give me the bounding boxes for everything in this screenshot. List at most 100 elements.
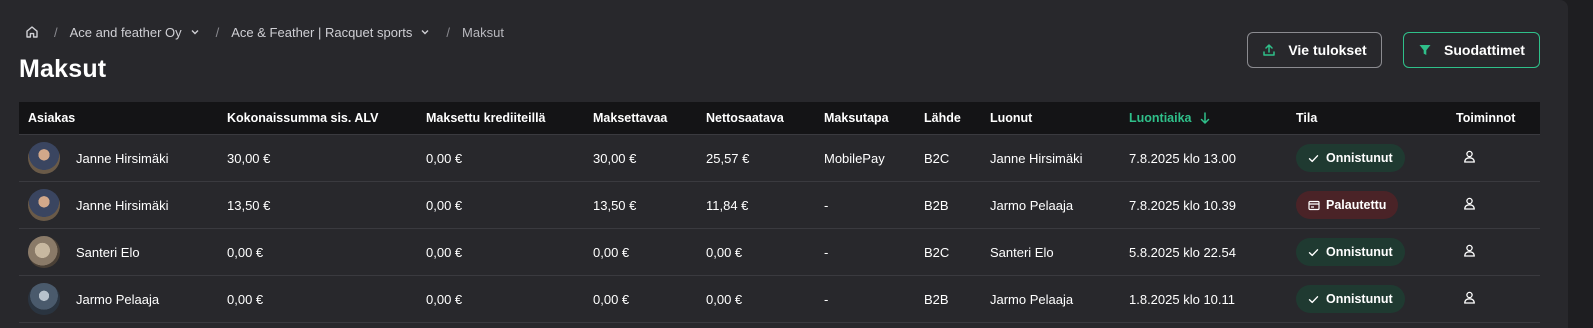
table-header: Asiakas Kokonaissumma sis. ALV Maksettu … xyxy=(19,102,1540,135)
created-at-cell: 7.8.2025 klo 10.39 xyxy=(1129,197,1236,213)
column-header-source[interactable]: Lähde xyxy=(924,111,961,125)
customer-cell: Janne Hirsimäki xyxy=(28,189,168,221)
status-badge: Onnistunut xyxy=(1296,238,1405,266)
column-header-total[interactable]: Kokonaissumma sis. ALV xyxy=(227,111,378,125)
page-title: Maksut xyxy=(19,55,107,83)
credits-cell: 0,00 € xyxy=(426,244,463,260)
column-header-net[interactable]: Nettosaatava xyxy=(706,111,784,125)
check-icon xyxy=(1308,246,1320,258)
status-cell: Onnistunut xyxy=(1296,238,1405,266)
avatar xyxy=(28,283,60,315)
upload-icon xyxy=(1262,42,1278,58)
created-at-cell: 5.8.2025 klo 22.54 xyxy=(1129,244,1236,260)
status-cell: Onnistunut xyxy=(1296,285,1405,313)
breadcrumb-separator: / xyxy=(215,24,220,40)
breadcrumb-item-venue[interactable]: Ace & Feather | Racquet sports xyxy=(231,25,432,40)
receipt-icon xyxy=(1308,199,1320,211)
table-row[interactable]: Jarmo Pelaaja 0,00 € 0,00 € 0,00 € 0,00 … xyxy=(19,276,1540,323)
total-cell: 13,50 € xyxy=(227,197,271,213)
breadcrumb: / Ace and feather Oy / Ace & Feather | R… xyxy=(24,22,504,42)
credits-cell: 0,00 € xyxy=(426,197,463,213)
table-row[interactable]: Janne Hirsimäki 13,50 € 0,00 € 13,50 € 1… xyxy=(19,182,1540,229)
created-by-cell: Jarmo Pelaaja xyxy=(990,291,1074,307)
payments-table: Asiakas Kokonaissumma sis. ALV Maksettu … xyxy=(19,102,1540,323)
breadcrumb-item-label: Ace & Feather | Racquet sports xyxy=(231,24,413,40)
net-cell: 0,00 € xyxy=(706,244,743,260)
avatar xyxy=(28,236,60,268)
actions-cell xyxy=(1462,197,1476,214)
payable-cell: 0,00 € xyxy=(593,291,630,307)
column-header-customer[interactable]: Asiakas xyxy=(28,111,75,125)
column-header-created-at[interactable]: Luontiaika xyxy=(1129,111,1210,125)
created-by-cell: Jarmo Pelaaja xyxy=(990,197,1074,213)
breadcrumb-separator: / xyxy=(446,24,451,40)
total-cell: 30,00 € xyxy=(227,150,271,166)
column-header-status[interactable]: Tila xyxy=(1296,111,1317,125)
check-icon xyxy=(1308,152,1320,164)
user-icon[interactable] xyxy=(1462,150,1476,164)
column-header-label: Luontiaika xyxy=(1129,111,1192,125)
customer-cell: Jarmo Pelaaja xyxy=(28,283,159,315)
status-badge: Onnistunut xyxy=(1296,285,1405,313)
actions-cell xyxy=(1462,150,1476,167)
export-results-button[interactable]: Vie tulokset xyxy=(1247,32,1382,68)
breadcrumb-separator: / xyxy=(54,24,58,40)
user-icon[interactable] xyxy=(1462,197,1476,211)
payable-cell: 0,00 € xyxy=(593,244,630,260)
customer-name: Jarmo Pelaaja xyxy=(76,291,160,307)
status-label: Onnistunut xyxy=(1326,151,1393,165)
user-icon[interactable] xyxy=(1462,291,1476,305)
status-cell: Palautettu xyxy=(1296,191,1399,219)
method-cell: - xyxy=(824,244,829,260)
breadcrumb-item-label: Ace and feather Oy xyxy=(69,24,182,40)
status-label: Onnistunut xyxy=(1326,292,1393,306)
status-badge: Palautettu xyxy=(1296,191,1399,219)
status-label: Palautettu xyxy=(1326,198,1387,212)
sort-descending-icon xyxy=(1200,112,1210,124)
main-panel: / Ace and feather Oy / Ace & Feather | R… xyxy=(0,0,1568,328)
column-header-credits[interactable]: Maksettu krediiteillä xyxy=(426,111,546,125)
source-cell: B2C xyxy=(924,244,950,260)
table-row[interactable]: Santeri Elo 0,00 € 0,00 € 0,00 € 0,00 € … xyxy=(19,229,1540,276)
export-results-label: Vie tulokset xyxy=(1288,42,1367,58)
net-cell: 0,00 € xyxy=(706,291,743,307)
chevron-down-icon xyxy=(190,26,202,38)
filter-icon xyxy=(1418,42,1434,58)
user-icon[interactable] xyxy=(1462,244,1476,258)
source-cell: B2B xyxy=(924,291,949,307)
actions-cell xyxy=(1462,291,1476,308)
breadcrumb-item-organization[interactable]: Ace and feather Oy xyxy=(70,25,202,40)
chevron-down-icon xyxy=(420,26,432,38)
home-icon[interactable] xyxy=(24,24,40,40)
column-header-method[interactable]: Maksutapa xyxy=(824,111,889,125)
total-cell: 0,00 € xyxy=(227,244,264,260)
column-header-actions: Toiminnot xyxy=(1456,111,1516,125)
avatar xyxy=(28,142,60,174)
payable-cell: 13,50 € xyxy=(593,197,637,213)
table-row[interactable]: Janne Hirsimäki 30,00 € 0,00 € 30,00 € 2… xyxy=(19,135,1540,182)
created-at-cell: 7.8.2025 klo 13.00 xyxy=(1129,150,1236,166)
customer-name: Santeri Elo xyxy=(76,244,140,260)
scrollbar-track[interactable] xyxy=(1568,0,1593,328)
method-cell: - xyxy=(824,291,829,307)
column-header-created-by[interactable]: Luonut xyxy=(990,111,1032,125)
filters-button[interactable]: Suodattimet xyxy=(1403,32,1540,68)
net-cell: 25,57 € xyxy=(706,150,750,166)
filters-label: Suodattimet xyxy=(1444,42,1525,58)
customer-name: Janne Hirsimäki xyxy=(76,150,169,166)
credits-cell: 0,00 € xyxy=(426,150,463,166)
net-cell: 11,84 € xyxy=(706,197,749,213)
created-by-cell: Santeri Elo xyxy=(990,244,1054,260)
customer-cell: Santeri Elo xyxy=(28,236,140,268)
source-cell: B2B xyxy=(924,197,949,213)
method-cell: MobilePay xyxy=(824,150,885,166)
credits-cell: 0,00 € xyxy=(426,291,463,307)
status-cell: Onnistunut xyxy=(1296,144,1405,172)
created-at-cell: 1.8.2025 klo 10.11 xyxy=(1129,291,1236,307)
source-cell: B2C xyxy=(924,150,950,166)
total-cell: 0,00 € xyxy=(227,291,264,307)
payable-cell: 30,00 € xyxy=(593,150,637,166)
column-header-payable[interactable]: Maksettavaa xyxy=(593,111,667,125)
check-icon xyxy=(1308,293,1320,305)
avatar xyxy=(28,189,60,221)
